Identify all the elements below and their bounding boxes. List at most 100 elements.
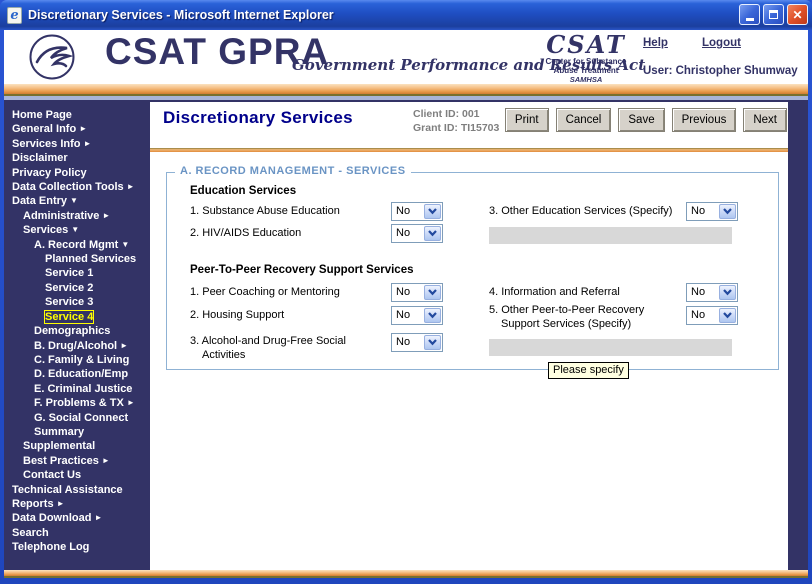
sidebar-item-label: E. Criminal Justice — [34, 383, 132, 395]
select-value: No — [396, 336, 410, 348]
sidebar-item-g-social-connect[interactable]: G. Social Connect — [4, 411, 150, 425]
expand-arrow-icon: ► — [127, 398, 135, 407]
sidebar-item-privacy-policy[interactable]: Privacy Policy — [4, 166, 150, 180]
sidebar-item-reports[interactable]: Reports► — [4, 497, 150, 511]
sidebar-item-administrative[interactable]: Administrative► — [4, 209, 150, 223]
close-button[interactable]: ✕ — [787, 4, 808, 25]
save-button[interactable]: Save — [618, 108, 664, 132]
sidebar-item-disclaimer[interactable]: Disclaimer — [4, 151, 150, 165]
sidebar-item-supplemental[interactable]: Supplemental — [4, 439, 150, 453]
toolbar: Print Cancel Save Previous Next — [505, 108, 787, 132]
sidebar-item-label: Service 4 — [45, 311, 93, 323]
sidebar-item-label: Telephone Log — [12, 541, 89, 553]
expand-arrow-icon: ► — [127, 182, 135, 191]
sidebar-item-demographics[interactable]: Demographics — [4, 324, 150, 338]
dropdown-arrow-icon[interactable] — [719, 204, 736, 219]
hiv-aids-education-select[interactable]: No — [391, 224, 443, 243]
expand-arrow-icon: ► — [79, 124, 87, 133]
sidebar-item-f-problems-tx[interactable]: F. Problems & TX► — [4, 396, 150, 410]
expand-arrow-icon: ► — [102, 456, 110, 465]
user-label: User: Christopher Shumway — [643, 65, 798, 77]
window-title: Discretionary Services - Microsoft Inter… — [28, 8, 334, 22]
sidebar-item-label: A. Record Mgmt — [34, 239, 118, 251]
title-divider — [150, 148, 788, 152]
sidebar-item-planned-services[interactable]: Planned Services — [4, 252, 150, 266]
orange-divider-top — [4, 84, 808, 96]
sidebar-item-service-1[interactable]: Service 1 — [4, 266, 150, 280]
sidebar-item-label: Supplemental — [23, 440, 95, 452]
dropdown-arrow-icon[interactable] — [424, 226, 441, 241]
sidebar-item-contact-us[interactable]: Contact Us — [4, 468, 150, 482]
peer-coaching-select[interactable]: No — [391, 283, 443, 302]
browser-viewport: CSAT GPRA Government Performance and Res… — [4, 30, 808, 578]
substance-abuse-education-select[interactable]: No — [391, 202, 443, 221]
minimize-button[interactable] — [739, 4, 760, 25]
app-header: CSAT GPRA Government Performance and Res… — [4, 30, 808, 84]
sidebar-item-telephone-log[interactable]: Telephone Log — [4, 540, 150, 554]
sidebar-item-label: General Info — [12, 123, 76, 135]
minimize-icon — [746, 18, 754, 21]
sidebar-item-label: B. Drug/Alcohol — [34, 340, 117, 352]
sidebar-item-e-criminal-justice[interactable]: E. Criminal Justice — [4, 382, 150, 396]
sidebar-item-home-page[interactable]: Home Page — [4, 108, 150, 122]
housing-support-select[interactable]: No — [391, 306, 443, 325]
sidebar-item-best-practices[interactable]: Best Practices► — [4, 454, 150, 468]
sidebar-item-data-download[interactable]: Data Download► — [4, 511, 150, 525]
sidebar-item-service-2[interactable]: Service 2 — [4, 281, 150, 295]
maximize-button[interactable] — [763, 4, 784, 25]
previous-button[interactable]: Previous — [672, 108, 737, 132]
sidebar-item-label: Data Collection Tools — [12, 181, 124, 193]
hhs-eagle-logo — [28, 33, 76, 81]
sidebar-item-c-family-living[interactable]: C. Family & Living — [4, 353, 150, 367]
sidebar-item-technical-assistance[interactable]: Technical Assistance — [4, 483, 150, 497]
sidebar-item-services-info[interactable]: Services Info► — [4, 137, 150, 151]
sidebar-item-service-4[interactable]: Service 4 — [4, 310, 150, 324]
select-value: No — [691, 309, 705, 321]
help-link[interactable]: Help — [643, 37, 668, 49]
sidebar-item-search[interactable]: Search — [4, 526, 150, 540]
sidebar-item-d-education-emp[interactable]: D. Education/Emp — [4, 367, 150, 381]
dropdown-arrow-icon[interactable] — [719, 308, 736, 323]
sidebar-item-label: Data Entry — [12, 195, 67, 207]
record-management-fieldset: A. RECORD MANAGEMENT - SERVICES Educatio… — [166, 172, 779, 370]
sidebar-item-a-record-mgmt[interactable]: A. Record Mgmt▼ — [4, 238, 150, 252]
peer-coaching-label: 1. Peer Coaching or Mentoring — [190, 286, 340, 298]
dropdown-arrow-icon[interactable] — [424, 204, 441, 219]
sidebar-item-general-info[interactable]: General Info► — [4, 122, 150, 136]
dropdown-arrow-icon[interactable] — [424, 308, 441, 323]
titlebar: e Discretionary Services - Microsoft Int… — [0, 0, 812, 30]
print-button[interactable]: Print — [505, 108, 549, 132]
dropdown-arrow-icon[interactable] — [424, 285, 441, 300]
alcohol-drug-free-select[interactable]: No — [391, 333, 443, 352]
sidebar-item-label: Reports — [12, 498, 54, 510]
sidebar-item-label: Data Download — [12, 512, 91, 524]
sidebar-item-label: G. Social Connect — [34, 412, 128, 424]
sidebar-item-b-drug-alcohol[interactable]: B. Drug/Alcohol► — [4, 339, 150, 353]
other-peer-recovery-select[interactable]: No — [686, 306, 738, 325]
cancel-button[interactable]: Cancel — [556, 108, 612, 132]
other-education-services-select[interactable]: No — [686, 202, 738, 221]
sidebar-item-label: D. Education/Emp — [34, 368, 128, 380]
sidebar-item-summary[interactable]: Summary — [4, 425, 150, 439]
orange-divider-bottom — [4, 570, 808, 578]
expand-arrow-icon: ► — [83, 139, 91, 148]
sidebar-item-label: Service 1 — [45, 267, 93, 279]
collapse-arrow-icon: ▼ — [71, 225, 79, 234]
housing-support-label: 2. Housing Support — [190, 309, 284, 321]
sidebar-item-label: Technical Assistance — [12, 484, 123, 496]
sidebar-item-data-collection-tools[interactable]: Data Collection Tools► — [4, 180, 150, 194]
logout-link[interactable]: Logout — [702, 37, 741, 49]
next-button[interactable]: Next — [743, 108, 787, 132]
select-value: No — [396, 286, 410, 298]
sidebar-item-label: Search — [12, 527, 49, 539]
sidebar-item-label: Summary — [34, 426, 84, 438]
dropdown-arrow-icon[interactable] — [424, 335, 441, 350]
sidebar-item-services[interactable]: Services▼ — [4, 223, 150, 237]
dropdown-arrow-icon[interactable] — [719, 285, 736, 300]
window-controls: ✕ — [739, 4, 808, 25]
sidebar-item-service-3[interactable]: Service 3 — [4, 295, 150, 309]
sidebar-item-data-entry[interactable]: Data Entry▼ — [4, 194, 150, 208]
select-value: No — [691, 205, 705, 217]
information-referral-select[interactable]: No — [686, 283, 738, 302]
sidebar-item-label: Home Page — [12, 109, 72, 121]
